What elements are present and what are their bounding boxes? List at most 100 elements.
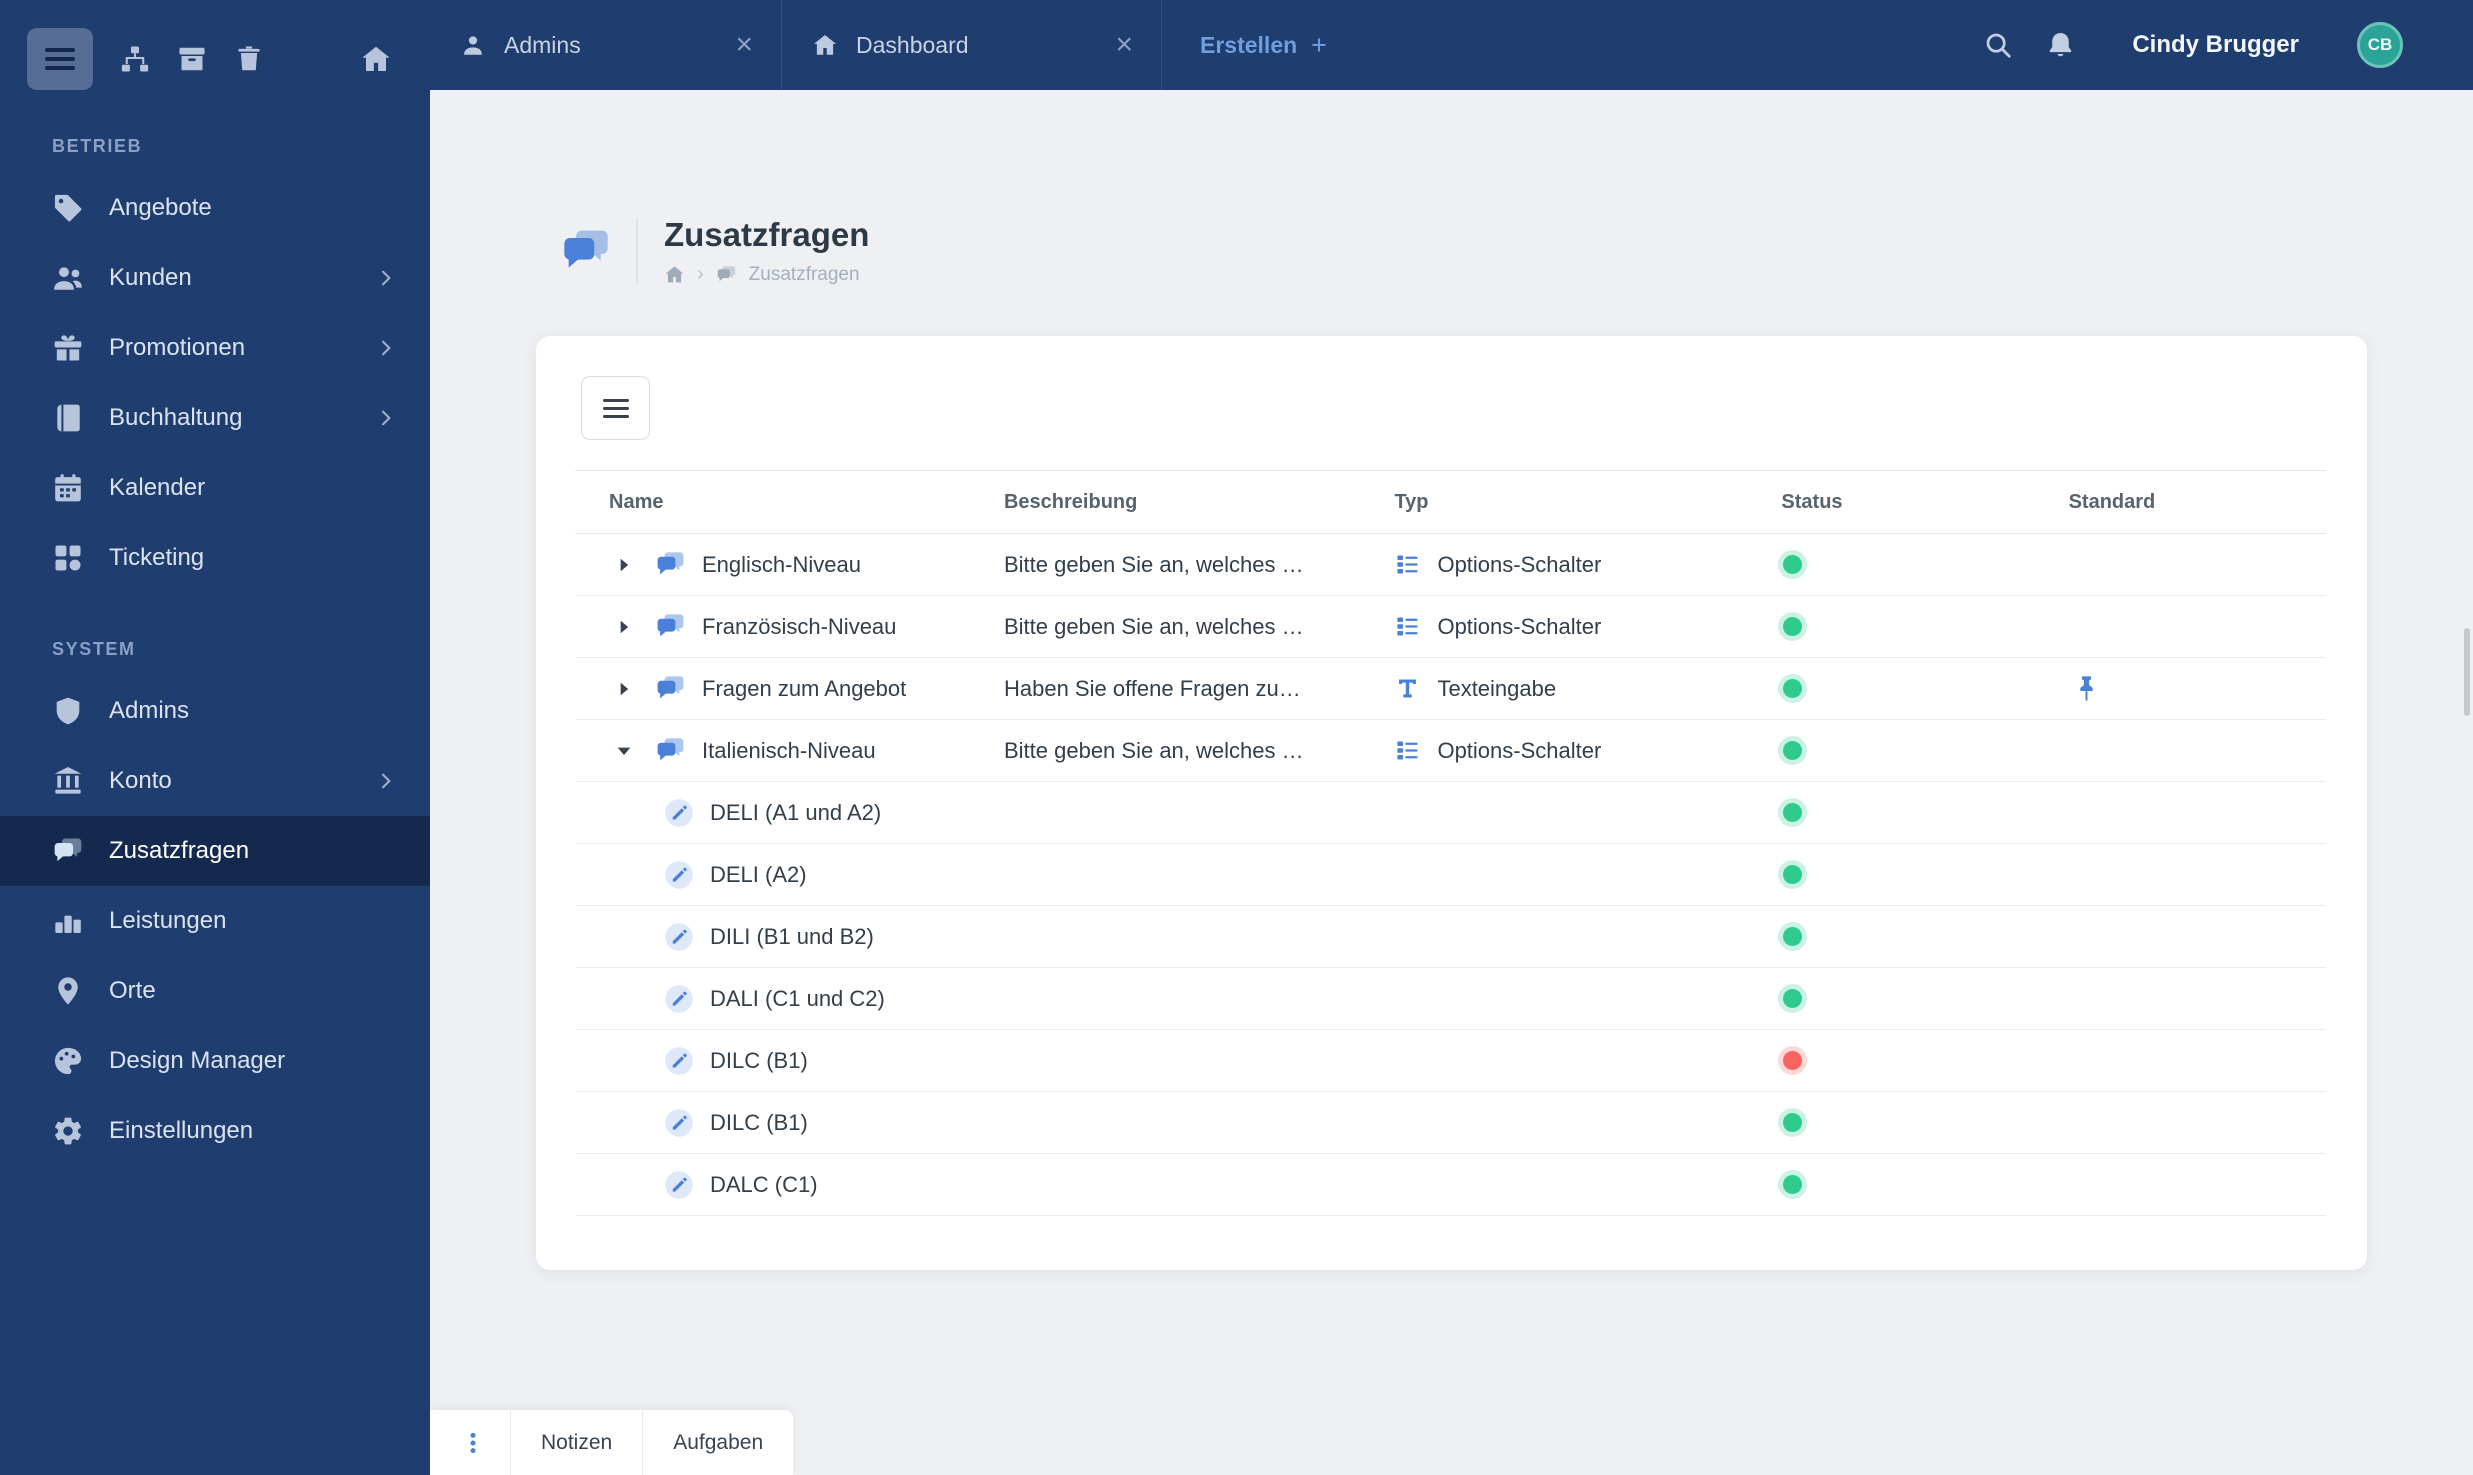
- home-icon[interactable]: [664, 264, 685, 285]
- sidebar-item-ticketing[interactable]: Ticketing: [0, 523, 430, 593]
- tab-admins[interactable]: Admins ×: [430, 0, 782, 90]
- text-type-icon: [1394, 675, 1421, 702]
- status-active-dot: [1783, 865, 1803, 884]
- sidebar-item-label: Konto: [109, 767, 172, 794]
- chat-icon: [716, 264, 737, 285]
- table-row[interactable]: Englisch-Niveau Bitte geben Sie an, welc…: [575, 533, 2326, 596]
- chevron-right-icon: [376, 338, 396, 358]
- status-active-dot: [1783, 989, 1803, 1008]
- topbar-right: Cindy Brugger CB: [1983, 0, 2473, 90]
- questions-card: Name Beschreibung Typ Status Standard En…: [536, 336, 2367, 1270]
- scrollbar-thumb[interactable]: [2464, 628, 2470, 716]
- sidebar-section-betrieb-label: BETRIEB: [52, 136, 143, 156]
- sidebar-item-promotionen[interactable]: Promotionen: [0, 313, 430, 383]
- sidebar-item-label: Kalender: [109, 474, 206, 501]
- sidebar-item-zusatzfragen[interactable]: Zusatzfragen: [0, 816, 430, 886]
- question-icon: [655, 735, 686, 766]
- sidebar: BETRIEB Angebote Kunden Promotionen Buch…: [0, 0, 430, 1475]
- row-name: Italienisch-Niveau: [702, 737, 876, 763]
- home-icon[interactable]: [360, 43, 392, 75]
- row-name: Englisch-Niveau: [702, 551, 861, 577]
- trash-icon[interactable]: [234, 44, 264, 74]
- status-active-dot: [1783, 1113, 1803, 1132]
- sidebar-item-einstellungen[interactable]: Einstellungen: [0, 1096, 430, 1166]
- row-name: Fragen zum Angebot: [702, 675, 907, 701]
- app-window: BETRIEB Angebote Kunden Promotionen Buch…: [0, 0, 2473, 1475]
- archive-icon[interactable]: [177, 44, 207, 74]
- footer-menu-button[interactable]: [430, 1410, 511, 1475]
- status-active-dot: [1783, 1175, 1803, 1194]
- sidebar-section-system-label: SYSTEM: [52, 639, 136, 659]
- standard-pin-icon: [2072, 674, 2101, 703]
- sidebar-item-label: Angebote: [109, 194, 212, 221]
- footer-tab-notizen[interactable]: Notizen: [511, 1410, 644, 1475]
- shield-icon: [52, 695, 84, 727]
- table-row[interactable]: Französisch-Niveau Bitte geben Sie an, w…: [575, 595, 2326, 658]
- sidebar-item-label: Ticketing: [109, 544, 205, 571]
- sidebar-toggle-button[interactable]: [27, 28, 93, 90]
- header-divider: [636, 218, 638, 284]
- hamburger-icon: [45, 48, 75, 70]
- sidebar-item-orte[interactable]: Orte: [0, 956, 430, 1026]
- topbar: Admins × Dashboard × Erstellen + Cindy B…: [430, 0, 2473, 90]
- sidebar-item-angebote[interactable]: Angebote: [0, 173, 430, 243]
- bell-icon[interactable]: [2045, 30, 2076, 61]
- table-row-child[interactable]: DELI (A2): [575, 843, 2326, 906]
- status-active-dot: [1783, 803, 1803, 822]
- status-active-dot: [1783, 741, 1803, 760]
- search-icon[interactable]: [1983, 30, 2013, 60]
- sidebar-item-design-manager[interactable]: Design Manager: [0, 1026, 430, 1096]
- table-row[interactable]: Fragen zum Angebot Haben Sie offene Frag…: [575, 657, 2326, 720]
- status-active-dot: [1783, 679, 1803, 698]
- home-icon: [812, 32, 838, 58]
- close-tab-icon[interactable]: ×: [733, 30, 755, 60]
- sidebar-item-buchhaltung[interactable]: Buchhaltung: [0, 383, 430, 453]
- column-header-beschreibung: Beschreibung: [1003, 470, 1395, 534]
- row-name: DALC (C1): [710, 1171, 818, 1197]
- sidebar-item-admins[interactable]: Admins: [0, 676, 430, 746]
- row-type: Options-Schalter: [1437, 737, 1602, 763]
- column-header-status: Status: [1781, 470, 2069, 534]
- tab-label: Dashboard: [856, 31, 969, 58]
- expand-row-icon[interactable]: [609, 555, 639, 575]
- table-menu-button[interactable]: [581, 376, 650, 440]
- row-name: DELI (A2): [710, 861, 807, 887]
- options-type-icon: [1394, 551, 1421, 578]
- chat-icon: [52, 835, 84, 867]
- table-row[interactable]: Italienisch-Niveau Bitte geben Sie an, w…: [575, 719, 2326, 782]
- table-row-child[interactable]: DALI (C1 und C2): [575, 967, 2326, 1030]
- pencil-icon: [664, 984, 694, 1014]
- row-name: DALI (C1 und C2): [710, 985, 885, 1011]
- expand-row-icon[interactable]: [609, 617, 639, 637]
- sidebar-item-leistungen[interactable]: Leistungen: [0, 886, 430, 956]
- options-type-icon: [1394, 613, 1421, 640]
- user-name: Cindy Brugger: [2132, 31, 2299, 58]
- breadcrumb: › Zusatzfragen: [664, 263, 869, 286]
- row-name: Französisch-Niveau: [702, 613, 897, 639]
- sidebar-item-konto[interactable]: Konto: [0, 746, 430, 816]
- new-tab-erstellen[interactable]: Erstellen +: [1162, 0, 1347, 90]
- sidebar-item-label: Promotionen: [109, 334, 246, 361]
- table-row-child[interactable]: DELI (A1 und A2): [575, 781, 2326, 844]
- table-row-child[interactable]: DILC (B1): [575, 1029, 2326, 1092]
- pencil-icon: [664, 922, 694, 952]
- collapse-row-icon[interactable]: [609, 741, 639, 761]
- questions-table: Name Beschreibung Typ Status Standard En…: [575, 470, 2326, 1216]
- sitemap-icon[interactable]: [120, 44, 150, 74]
- sidebar-item-label: Buchhaltung: [109, 404, 243, 431]
- close-tab-icon[interactable]: ×: [1113, 30, 1135, 60]
- table-row-child[interactable]: DILC (B1): [575, 1091, 2326, 1154]
- sidebar-item-label: Zusatzfragen: [109, 837, 250, 864]
- palette-icon: [52, 1045, 84, 1077]
- sidebar-item-kalender[interactable]: Kalender: [0, 453, 430, 523]
- breadcrumb-separator: ›: [697, 263, 704, 285]
- sidebar-item-kunden[interactable]: Kunden: [0, 243, 430, 313]
- table-row-child[interactable]: DALC (C1): [575, 1153, 2326, 1216]
- tab-dashboard[interactable]: Dashboard ×: [782, 0, 1162, 90]
- sidebar-nav-system: Admins Konto Zusatzfragen Leistungen Ort…: [0, 676, 430, 1166]
- avatar[interactable]: CB: [2357, 22, 2403, 68]
- footer-tab-aufgaben[interactable]: Aufgaben: [643, 1410, 793, 1475]
- sidebar-nav-betrieb: Angebote Kunden Promotionen Buchhaltung …: [0, 173, 430, 593]
- table-row-child[interactable]: DILI (B1 und B2): [575, 905, 2326, 968]
- expand-row-icon[interactable]: [609, 679, 639, 699]
